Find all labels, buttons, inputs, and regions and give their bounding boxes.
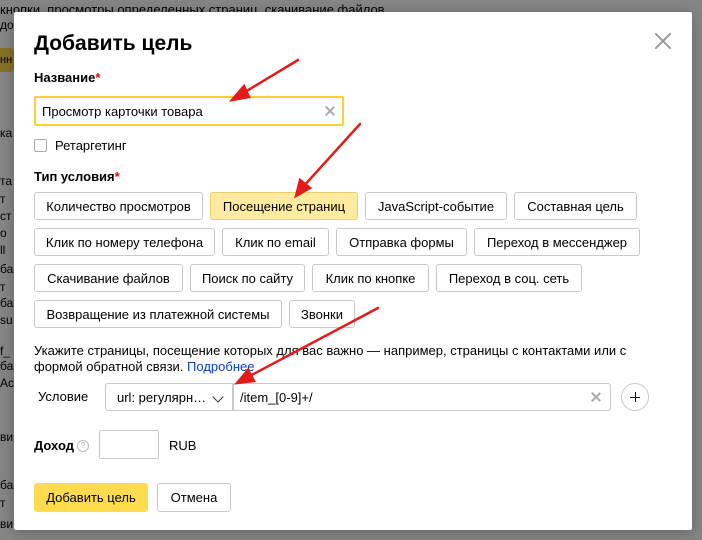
goal-name-input[interactable] — [36, 98, 312, 124]
chip-javascript-event[interactable]: JavaScript-событие — [365, 192, 507, 220]
condition-url-input[interactable] — [234, 384, 580, 410]
goal-name-field[interactable] — [34, 96, 344, 126]
add-condition-button[interactable] — [621, 383, 649, 411]
background-fragment: ви — [0, 517, 14, 531]
background-button: нн — [0, 48, 14, 72]
help-icon[interactable]: ? — [76, 439, 89, 452]
cancel-button[interactable]: Отмена — [157, 483, 231, 512]
chip-site-search[interactable]: Поиск по сайту — [190, 264, 305, 292]
background-fragment: ll — [0, 243, 6, 257]
background-fragment: ба — [0, 359, 14, 373]
background-fragment: до — [0, 18, 14, 32]
chip-phone-click[interactable]: Клик по номеру телефона — [34, 228, 215, 256]
chip-button-click[interactable]: Клик по кнопке — [312, 264, 429, 292]
retargeting-label[interactable]: Ретаргетинг — [55, 138, 127, 153]
background-fragment: ба — [0, 296, 14, 310]
background-fragment: f_ — [0, 344, 11, 358]
retargeting-checkbox[interactable] — [34, 139, 47, 152]
close-icon[interactable] — [652, 30, 674, 52]
chip-payment-return[interactable]: Возвращение из платежной системы — [34, 300, 282, 328]
add-goal-dialog: Добавить цель Название* Ретаргетинг Тип … — [14, 12, 692, 530]
chip-page-visits[interactable]: Посещение страниц — [210, 192, 358, 220]
condition-type-label: Тип условия* — [34, 169, 120, 184]
clear-icon[interactable] — [324, 105, 336, 117]
retargeting-row: Ретаргетинг — [34, 138, 127, 153]
background-fragment: Ac — [0, 376, 15, 390]
background-fragment: ви — [0, 430, 14, 444]
more-info-link[interactable]: Подробнее — [187, 359, 254, 374]
dialog-title: Добавить цель — [34, 32, 193, 55]
background-fragment: т — [0, 280, 6, 294]
chip-views-count[interactable]: Количество просмотров — [34, 192, 203, 220]
condition-label: Условие — [38, 389, 89, 404]
income-input[interactable] — [100, 431, 158, 458]
condition-match-select[interactable]: url: регулярн… — [105, 383, 233, 411]
name-label: Название* — [34, 70, 101, 85]
condition-url-field[interactable] — [233, 383, 611, 411]
chip-form-submit[interactable]: Отправка формы — [336, 228, 467, 256]
income-label: Доход ? — [34, 438, 89, 453]
income-field[interactable] — [99, 430, 159, 459]
chevron-down-icon — [212, 391, 224, 403]
clear-icon[interactable] — [590, 391, 602, 403]
chip-email-click[interactable]: Клик по email — [222, 228, 329, 256]
chip-file-download[interactable]: Скачивание файлов — [34, 264, 183, 292]
chip-social-click[interactable]: Переход в соц. сеть — [436, 264, 582, 292]
condition-match-value: url: регулярн… — [117, 389, 207, 405]
background-fragment: о — [0, 226, 7, 240]
chip-composite-goal[interactable]: Составная цель — [514, 192, 637, 220]
background-fragment: ба — [0, 262, 14, 276]
background-fragment: ба — [0, 478, 14, 492]
background-fragment: т — [0, 496, 6, 510]
condition-hint: Укажите страницы, посещение которых для … — [34, 343, 627, 374]
background-fragment: su — [0, 313, 13, 327]
currency-label: RUB — [169, 438, 197, 453]
add-goal-button[interactable]: Добавить цель — [34, 483, 148, 512]
chip-messenger-click[interactable]: Переход в мессенджер — [474, 228, 640, 256]
background-fragment: та — [0, 174, 13, 188]
chip-calls[interactable]: Звонки — [289, 300, 355, 328]
background-fragment: т — [0, 192, 6, 206]
background-fragment: ст — [0, 209, 12, 223]
background-fragment: ка — [0, 126, 13, 140]
